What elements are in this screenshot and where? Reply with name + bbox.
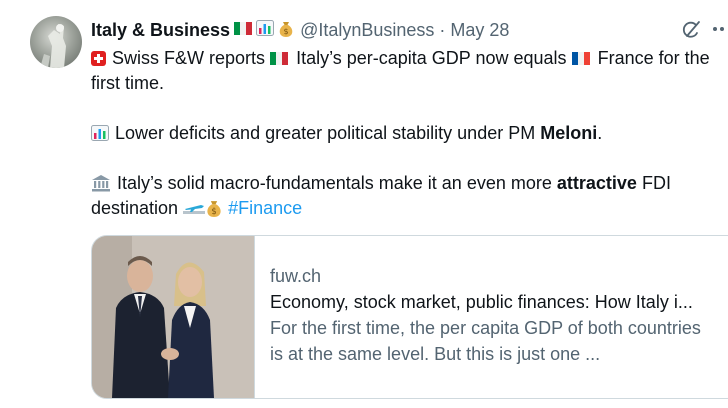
card-description: For the first time, the per capita GDP o… <box>270 318 701 364</box>
more-icon[interactable] <box>712 18 728 40</box>
link-card[interactable]: fuw.ch Economy, stock market, public fin… <box>91 235 728 399</box>
svg-text:$: $ <box>211 206 216 216</box>
line2-bold: Meloni <box>540 123 598 143</box>
card-text[interactable]: fuw.ch Economy, stock market, public fin… <box>255 236 728 398</box>
tweet-header: Italy & Business $ @ItalynBusiness · May… <box>91 18 509 42</box>
france-flag-icon <box>571 47 590 65</box>
grok-icon[interactable] <box>680 19 702 41</box>
line3-text: Italy’s solid macro-fundamentals make it… <box>117 173 552 193</box>
line2-end: . <box>597 123 603 143</box>
author-handle[interactable]: @ItalynBusiness <box>300 20 434 41</box>
money-bag-icon: $ <box>278 19 294 42</box>
italy-flag-icon <box>234 22 253 38</box>
italy-flag-icon <box>270 47 289 65</box>
tweet-body: Swiss F&W reports Italy’s per-capita GDP… <box>91 46 728 221</box>
bank-icon <box>92 175 110 192</box>
author-name[interactable]: Italy & Business <box>91 20 230 41</box>
tweet-line-2: Lower deficits and greater political sta… <box>91 121 728 146</box>
avatar[interactable] <box>30 16 82 68</box>
card-title: Economy, stock market, public finances: … <box>270 292 693 312</box>
swiss-flag-icon <box>91 51 106 66</box>
bar-chart-icon <box>91 125 109 141</box>
money-bag-icon: $ <box>207 201 221 217</box>
svg-text:$: $ <box>284 27 289 36</box>
airplane-icon <box>183 205 206 214</box>
tweet-line-1: Swiss F&W reports Italy’s per-capita GDP… <box>91 46 728 96</box>
separator-dot: · <box>439 19 446 40</box>
card-domain: fuw.ch <box>270 266 322 286</box>
tweet-line-3: Italy’s solid macro-fundamentals make it… <box>91 171 728 221</box>
line1-mid: Italy’s per-capita GDP now equals <box>296 48 567 68</box>
tweet-date[interactable]: May 28 <box>450 20 509 41</box>
line1-text: Swiss F&W reports <box>112 48 266 68</box>
card-image[interactable] <box>92 236 255 398</box>
bar-chart-icon <box>256 20 275 40</box>
line2-text: Lower deficits and greater political sta… <box>115 123 536 143</box>
line3-bold: attractive <box>556 173 637 193</box>
hashtag-link[interactable]: #Finance <box>228 198 302 218</box>
